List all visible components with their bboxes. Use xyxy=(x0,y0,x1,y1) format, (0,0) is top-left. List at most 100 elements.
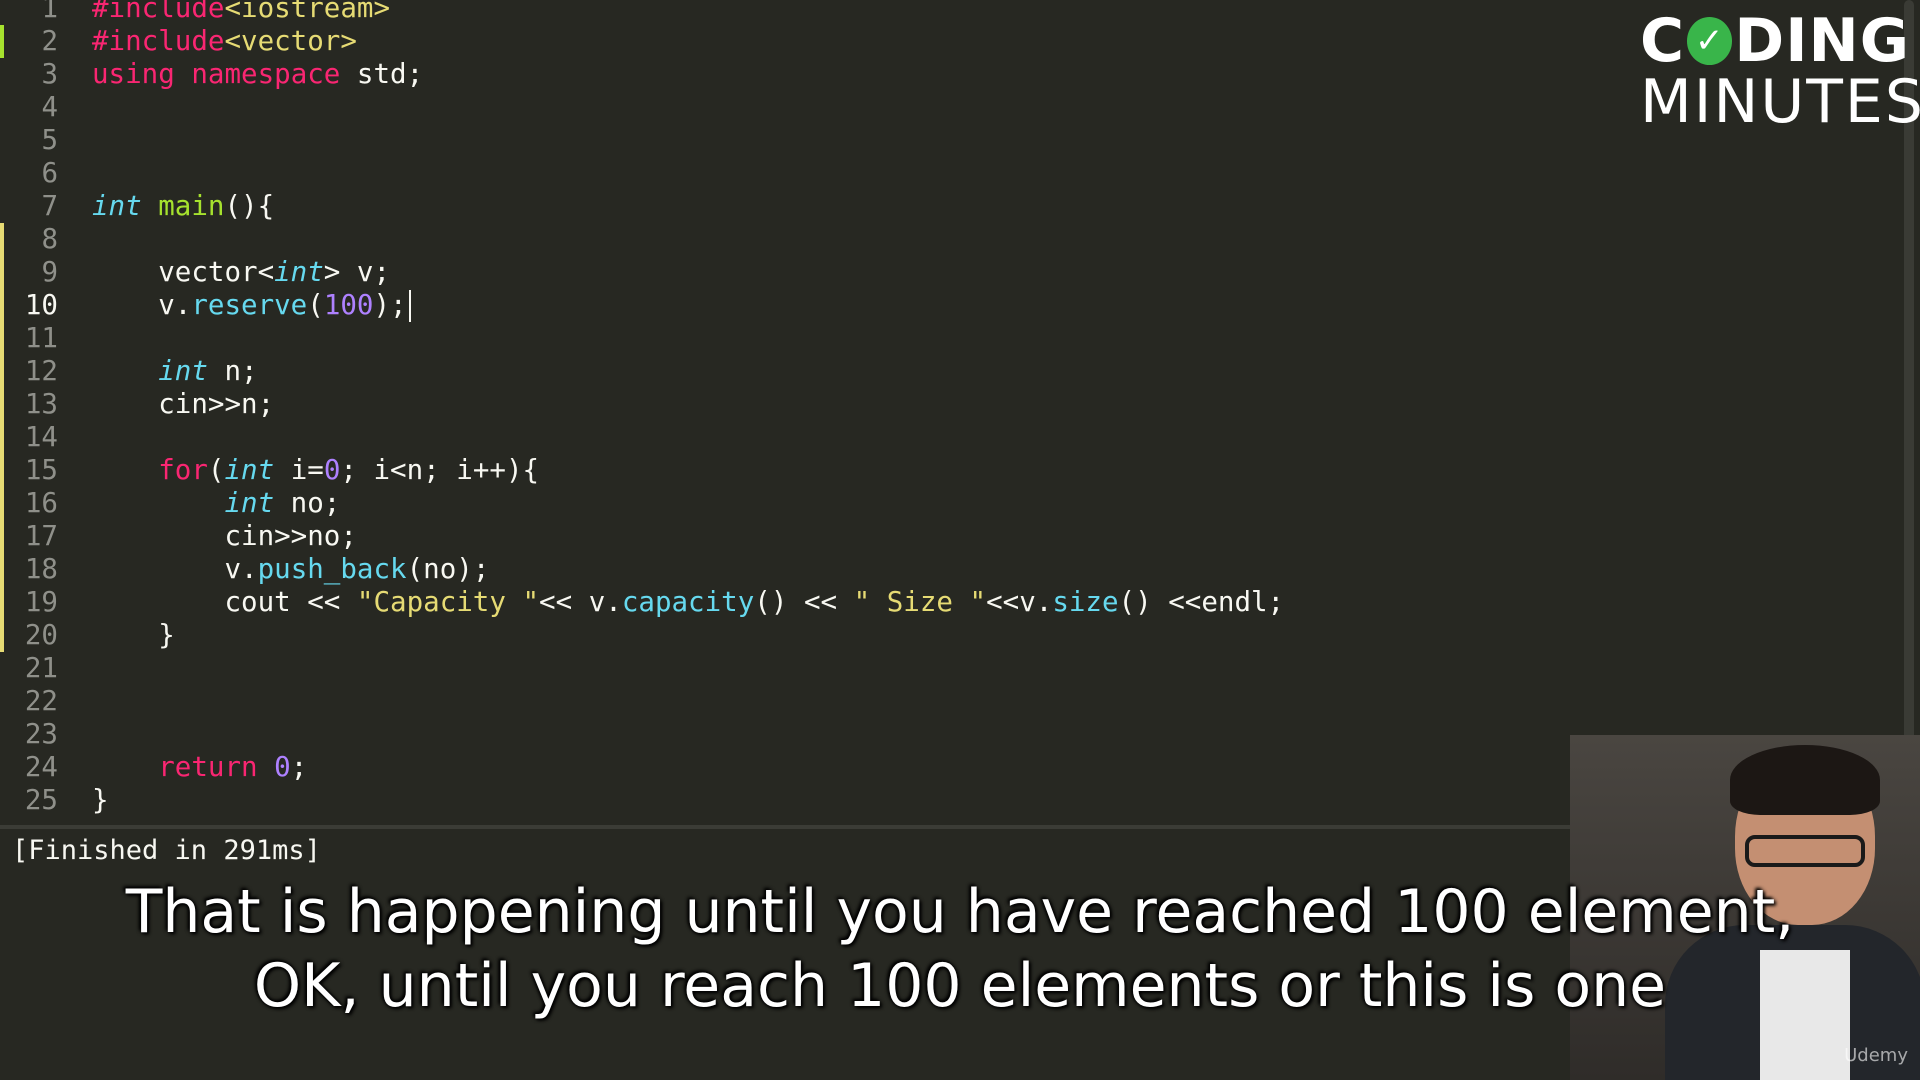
code-text[interactable]: return 0; xyxy=(92,751,307,784)
code-line[interactable]: 1 #include<iostream> xyxy=(0,0,1900,25)
code-token: for xyxy=(158,454,208,486)
code-line[interactable]: 20 } xyxy=(0,619,1900,652)
code-line[interactable]: 18 v.push_back(no); xyxy=(0,553,1900,586)
code-token: (){ xyxy=(224,190,275,222)
code-token: return xyxy=(158,751,258,783)
code-text[interactable]: cin>>n; xyxy=(92,388,274,421)
code-text[interactable]: cout << "Capacity "<< v.capacity() << " … xyxy=(92,586,1284,619)
line-number: 14 xyxy=(24,421,58,453)
code-text[interactable]: #include<iostream> xyxy=(92,0,390,25)
code-token: namespace xyxy=(191,58,341,90)
code-token: v. xyxy=(92,289,192,321)
line-number: 23 xyxy=(24,718,58,750)
code-token: <vector> xyxy=(224,25,357,57)
code-token: v. xyxy=(92,553,258,585)
code-editor[interactable]: 1 #include<iostream> 2 #include<vector> 3 usi… xyxy=(0,0,1920,825)
line-number: 10 xyxy=(24,289,58,321)
code-token: reserve xyxy=(191,289,308,321)
code-token: push_back xyxy=(257,553,407,585)
code-line[interactable]: 8 xyxy=(0,223,1900,256)
udemy-watermark: Udemy xyxy=(1844,1045,1908,1066)
code-line[interactable]: 7 int main(){ xyxy=(0,190,1900,223)
line-number: 13 xyxy=(24,388,58,420)
line-number: 1 xyxy=(41,0,58,24)
code-line[interactable]: 17 cin>>no; xyxy=(0,520,1900,553)
code-text[interactable]: using namespace std; xyxy=(92,58,423,91)
code-line[interactable]: 3 using namespace std; xyxy=(0,58,1900,91)
code-line[interactable]: 14 xyxy=(0,421,1900,454)
code-token: main xyxy=(158,190,225,222)
code-token: <<v. xyxy=(986,586,1053,618)
code-text[interactable]: int n; xyxy=(92,355,258,388)
code-text[interactable]: int main(){ xyxy=(92,190,274,223)
code-token: no; xyxy=(274,487,341,519)
line-number: 7 xyxy=(41,190,58,222)
code-token: std; xyxy=(340,58,424,90)
code-token: int xyxy=(158,355,208,387)
line-number: 16 xyxy=(24,487,58,519)
code-token: } xyxy=(92,619,175,651)
code-token: 0 xyxy=(274,751,291,783)
line-number: 4 xyxy=(41,91,58,123)
code-line[interactable]: 12 int n; xyxy=(0,355,1900,388)
logo-bottom-row: MINUTES xyxy=(1640,67,1920,137)
code-token: " Size " xyxy=(853,586,987,618)
code-line[interactable]: 6 xyxy=(0,157,1900,190)
code-line[interactable]: 11 xyxy=(0,322,1900,355)
code-line[interactable]: 19 cout << "Capacity "<< v.capacity() <<… xyxy=(0,586,1900,619)
code-text[interactable]: #include<vector> xyxy=(92,25,357,58)
line-number: 11 xyxy=(24,322,58,354)
code-line[interactable]: 4 xyxy=(0,91,1900,124)
code-token: n; xyxy=(207,355,258,387)
line-number: 2 xyxy=(41,25,58,57)
code-text[interactable]: vector<int> v; xyxy=(92,256,390,289)
code-token: vector< xyxy=(92,256,275,288)
code-line[interactable]: 10 v.reserve(100); xyxy=(0,289,1900,322)
code-token: int xyxy=(224,454,275,486)
code-token: #include xyxy=(92,0,225,24)
code-line[interactable]: 5 xyxy=(0,124,1900,157)
code-line[interactable]: 22 xyxy=(0,685,1900,718)
code-token: 100 xyxy=(323,289,374,321)
code-line[interactable]: 9 vector<int> v; xyxy=(0,256,1900,289)
code-text[interactable]: cin>>no; xyxy=(92,520,357,553)
code-token: (no); xyxy=(406,553,490,585)
code-token: ; i<n; i++){ xyxy=(340,454,540,486)
code-line[interactable]: 21 xyxy=(0,652,1900,685)
code-text[interactable]: } xyxy=(92,784,109,817)
caption-line-1: That is happening until you have reached… xyxy=(125,877,1795,947)
logo-letters-ding: DING xyxy=(1734,6,1910,76)
code-token: cout << xyxy=(92,586,357,618)
code-line[interactable]: 2 #include<vector> xyxy=(0,25,1900,58)
code-text[interactable]: int no; xyxy=(92,487,340,520)
code-line[interactable]: 13 cin>>n; xyxy=(0,388,1900,421)
code-token: 0 xyxy=(323,454,341,486)
text-cursor xyxy=(408,290,411,322)
coding-minutes-logo: C ✓ DING MINUTES xyxy=(1640,6,1920,137)
line-number: 3 xyxy=(41,58,58,90)
line-number: 25 xyxy=(24,784,58,816)
code-text[interactable]: for(int i=0; i<n; i++){ xyxy=(92,454,539,487)
line-number: 17 xyxy=(24,520,58,552)
code-token: ( xyxy=(307,289,324,321)
code-line[interactable]: 15 for(int i=0; i<n; i++){ xyxy=(0,454,1900,487)
subtitle-caption: That is happening until you have reached… xyxy=(0,875,1920,1023)
code-token: <iostream> xyxy=(224,0,391,24)
code-line[interactable]: 16 int no; xyxy=(0,487,1900,520)
code-token: > v; xyxy=(323,256,391,288)
code-token: cin>>no; xyxy=(92,520,357,552)
code-token: i= xyxy=(274,454,324,486)
code-token: int xyxy=(274,256,324,288)
code-token: int xyxy=(224,487,275,519)
code-text[interactable]: } xyxy=(92,619,175,652)
line-number: 6 xyxy=(41,157,58,189)
code-token: << v. xyxy=(539,586,622,618)
line-number: 24 xyxy=(24,751,58,783)
line-number: 5 xyxy=(41,124,58,156)
code-text[interactable]: v.push_back(no); xyxy=(92,553,489,586)
code-text[interactable]: v.reserve(100); xyxy=(92,289,411,322)
